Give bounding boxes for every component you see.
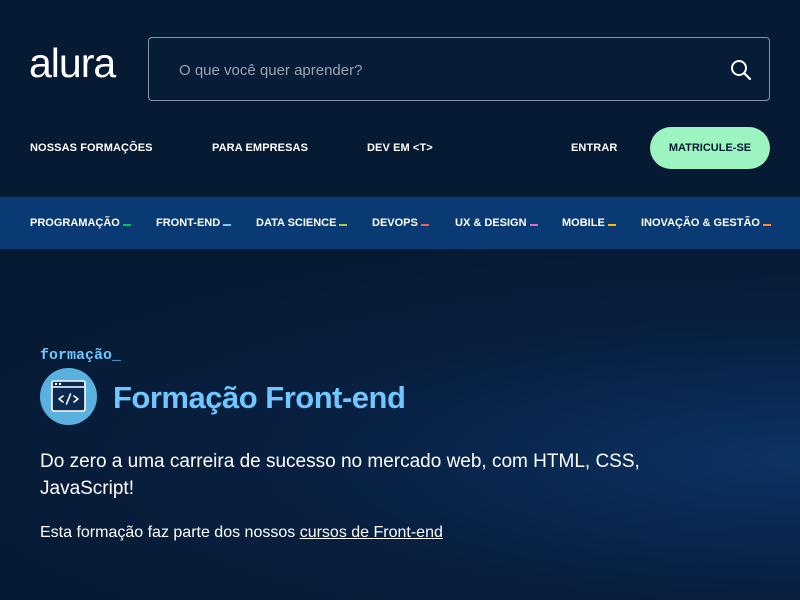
page-title: Formação Front-end [113,380,406,415]
search-box [148,37,770,101]
category-label: INOVAÇÃO & GESTÃO [641,217,760,229]
nav-entrar[interactable]: ENTRAR [571,142,617,154]
category-underline [223,224,232,226]
nav-nossas-formacoes[interactable]: NOSSAS FORMAÇÕES [30,142,153,154]
category-programacao[interactable]: PROGRAMAÇÃO [30,217,131,229]
category-front-end[interactable]: FRONT-END [156,217,232,229]
code-window-icon [40,368,97,425]
category-underline [529,224,538,226]
hero-section: formação_ Formação Front-end Do zero a u… [0,249,800,600]
category-underline [607,224,616,226]
matricule-se-button[interactable]: MATRICULE-SE [650,127,770,169]
site-header: alura NOSSAS FORMAÇÕES PARA EMPRESAS DEV… [0,0,800,197]
formacao-eyebrow: formação_ [40,347,122,364]
category-data-science[interactable]: DATA SCIENCE [256,217,348,229]
category-bar: PROGRAMAÇÃO FRONT-END DATA SCIENCE DEVOP… [0,197,800,249]
category-label: DEVOPS [372,217,418,229]
category-underline [122,224,131,226]
category-ux-design[interactable]: UX & DESIGN [455,217,538,229]
category-underline [339,224,348,226]
nav-para-empresas[interactable]: PARA EMPRESAS [212,142,308,154]
category-label: PROGRAMAÇÃO [30,217,120,229]
course-description: Do zero a uma carreira de sucesso no mer… [40,451,640,499]
alura-logo[interactable]: alura [29,40,116,87]
category-label: FRONT-END [156,217,221,229]
category-label: DATA SCIENCE [256,217,337,229]
category-label: UX & DESIGN [455,217,527,229]
search-input[interactable] [179,58,699,82]
search-icon[interactable] [729,58,753,82]
category-mobile[interactable]: MOBILE [562,217,616,229]
category-inovacao-gestao[interactable]: INOVAÇÃO & GESTÃO [641,217,771,229]
category-devops[interactable]: DEVOPS [372,217,429,229]
formation-note: Esta formação faz parte dos nossos curso… [40,524,443,542]
front-end-courses-link[interactable]: cursos de Front-end [300,524,443,541]
nav-dev-em-t[interactable]: DEV EM <T> [367,142,433,154]
category-underline [420,224,429,226]
note-text: Esta formação faz parte dos nossos [40,524,300,541]
category-label: MOBILE [562,217,605,229]
category-underline [762,224,771,226]
